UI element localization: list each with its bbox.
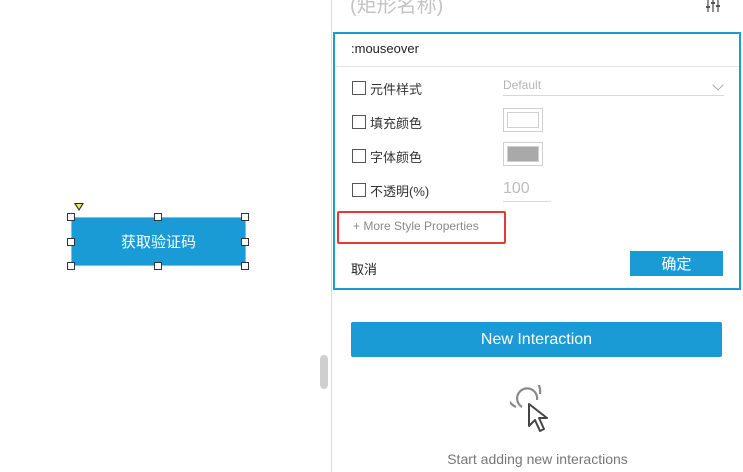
row-label: 不透明(%) — [370, 183, 430, 199]
row-label: 填充颜色 — [370, 115, 423, 131]
widget-style-select[interactable]: Default — [503, 78, 724, 96]
verification-code-button-widget[interactable]: 获取验证码 — [71, 217, 246, 266]
font-color-preview — [507, 146, 539, 162]
resize-handle-top-center[interactable] — [154, 213, 162, 221]
divider — [335, 66, 739, 67]
font-color-swatch[interactable] — [503, 142, 543, 166]
cancel-button[interactable]: 取消 — [351, 259, 377, 278]
interactions-panel: (矩形名称) :mouseover 元件样式 Default 填充颜色 字体颜色 — [332, 0, 743, 472]
more-style-properties-link[interactable]: + More Style Properties — [337, 211, 506, 244]
row-label: 字体颜色 — [370, 149, 423, 165]
widget-style-checkbox[interactable] — [352, 81, 366, 95]
event-name: :mouseover — [351, 41, 419, 56]
confirm-button[interactable]: 确定 — [630, 251, 723, 276]
settings-sliders-icon[interactable] — [704, 0, 722, 12]
chevron-down-icon — [712, 79, 724, 91]
interaction-marker-icon — [74, 203, 84, 211]
pointer-click-icon — [510, 385, 548, 432]
fill-color-preview — [507, 112, 539, 128]
panel-title: (矩形名称) — [350, 0, 444, 17]
empty-state-hint: Start adding new interactions — [447, 451, 628, 467]
fill-color-swatch[interactable] — [503, 108, 543, 132]
select-value: Default — [503, 78, 542, 92]
row-widget-style[interactable]: 元件样式 — [352, 77, 422, 99]
font-color-checkbox[interactable] — [352, 149, 366, 163]
opacity-checkbox[interactable] — [352, 183, 366, 197]
mouseover-style-editor: :mouseover 元件样式 Default 填充颜色 字体颜色 不透明(%) — [333, 32, 741, 290]
widget-label: 获取验证码 — [120, 234, 196, 251]
opacity-input[interactable]: 100 — [503, 178, 551, 202]
new-interaction-button[interactable]: New Interaction — [351, 322, 722, 357]
row-label: 元件样式 — [370, 81, 423, 97]
resize-handle-top-right[interactable] — [241, 213, 249, 221]
row-fill-color[interactable]: 填充颜色 — [352, 111, 422, 133]
resize-handle-bottom-left[interactable] — [67, 262, 75, 270]
resize-handle-middle-left[interactable] — [67, 238, 75, 246]
resize-handle-bottom-right[interactable] — [241, 262, 249, 270]
canvas-scrollbar[interactable] — [320, 355, 328, 389]
resize-handle-middle-right[interactable] — [241, 238, 249, 246]
row-opacity[interactable]: 不透明(%) — [352, 179, 429, 201]
design-canvas[interactable]: 获取验证码 — [0, 0, 332, 472]
row-font-color[interactable]: 字体颜色 — [352, 145, 422, 167]
fill-color-checkbox[interactable] — [352, 115, 366, 129]
resize-handle-top-left[interactable] — [67, 213, 75, 221]
resize-handle-bottom-center[interactable] — [154, 262, 162, 270]
